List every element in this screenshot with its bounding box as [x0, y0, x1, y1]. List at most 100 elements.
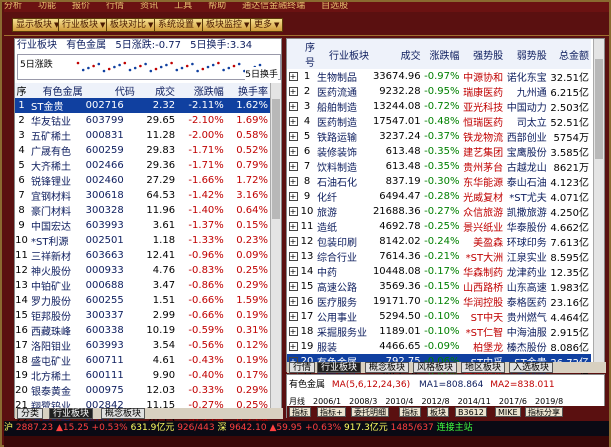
left-tab-2[interactable]: 概念板块: [101, 408, 146, 419]
right-table-row[interactable]: +18 采掘服务业 1189.01 -0.10% *ST仁智 中海油服 2.915亿: [287, 324, 591, 339]
kline-button-7[interactable]: 指标分享: [525, 407, 563, 417]
left-tab-0[interactable]: 分类: [17, 408, 44, 419]
menu-item-8[interactable]: 自选股: [321, 2, 348, 11]
plus-icon[interactable]: +: [288, 327, 298, 336]
kline-button-5[interactable]: B3612: [455, 407, 487, 417]
right-table-row[interactable]: +19 服装 4466.65 -0.09% 柏堡龙 榛杰股份 8.086亿: [287, 339, 591, 354]
plus-icon[interactable]: +: [288, 117, 298, 126]
right-tab-4[interactable]: 地区板块: [461, 362, 506, 373]
left-scrollbar[interactable]: [270, 83, 281, 408]
left-table-row[interactable]: 17 洛阳钼业 603993 3.54 -0.56% 0.12%: [15, 338, 271, 353]
left-col-header-3[interactable]: 成交: [137, 83, 179, 98]
expand-cell[interactable]: +: [287, 189, 299, 204]
expand-cell[interactable]: +: [287, 159, 299, 174]
left-col-header-1[interactable]: 有色金属: [31, 83, 86, 98]
plus-icon[interactable]: +: [288, 237, 298, 246]
expand-cell[interactable]: +: [287, 84, 299, 99]
right-scrollbar[interactable]: [593, 39, 604, 362]
toolbar-button-4[interactable]: 板块监控 ▼: [202, 18, 254, 32]
right-table-row[interactable]: +12 包装印刷 8142.02 -0.24% 美盈森 环球印务 7.613亿: [287, 234, 591, 249]
expand-cell[interactable]: +: [287, 219, 299, 234]
right-scroll-thumb[interactable]: [595, 59, 603, 159]
right-col-header-2[interactable]: 行业板块: [317, 39, 372, 69]
right-tab-1[interactable]: 行业板块: [317, 362, 362, 373]
left-table-row[interactable]: 10 *ST利源 002501 1.18 -1.33% 0.23%: [15, 233, 271, 248]
right-table-row[interactable]: +3 船舶制造 13244.08 -0.72% 亚光科技 中国动力 2.503亿: [287, 99, 591, 114]
expand-cell[interactable]: +: [287, 309, 299, 324]
menu-item-4[interactable]: 资讯: [140, 2, 158, 11]
plus-icon[interactable]: +: [288, 297, 298, 306]
left-table-row[interactable]: 14 罗力股份 600255 1.51 -0.66% 1.59%: [15, 293, 271, 308]
expand-cell[interactable]: +: [287, 339, 299, 354]
expand-cell[interactable]: +: [287, 174, 299, 189]
expand-cell[interactable]: +: [287, 129, 299, 144]
left-table-row[interactable]: 15 钜邦股份 300337 2.99 -0.66% 0.19%: [15, 308, 271, 323]
plus-icon[interactable]: +: [288, 282, 298, 291]
right-col-header-1[interactable]: 序号: [299, 39, 317, 69]
left-table-row[interactable]: 5 大齐稀土 002466 29.36 -1.71% 0.79%: [15, 158, 271, 173]
right-table-row[interactable]: +6 装修装饰 613.48 -0.35% 建艺集团 宝鹰股份 3.585亿: [287, 144, 591, 159]
right-col-header-3[interactable]: 成交: [371, 39, 423, 69]
plus-icon[interactable]: +: [288, 252, 298, 261]
left-tab-1[interactable]: 行业板块: [49, 408, 94, 419]
left-table-row[interactable]: 18 盛屯矿业 600711 4.61 -0.43% 0.19%: [15, 353, 271, 368]
right-table-row[interactable]: +15 高速公路 3569.36 -0.15% 山西路桥 山东高速 1.983亿: [287, 279, 591, 294]
expand-cell[interactable]: +: [287, 264, 299, 279]
plus-icon[interactable]: +: [288, 162, 298, 171]
right-col-header-0[interactable]: [287, 39, 299, 69]
right-table-row[interactable]: +16 医疗服务 19171.70 -0.12% 华润控股 泰格医药 23.16亿: [287, 294, 591, 309]
right-table-row[interactable]: +13 综合行业 7614.36 -0.21% *ST大洲 江泉实业 8.595亿: [287, 249, 591, 264]
right-table-row[interactable]: +8 石油石化 837.19 -0.30% 东华能源 泰山石油 4.123亿: [287, 174, 591, 189]
menu-item-3[interactable]: 行情: [106, 2, 124, 11]
toolbar-button-5[interactable]: 更多 ▼: [250, 18, 284, 32]
plus-icon[interactable]: +: [288, 222, 298, 231]
left-table-row[interactable]: 9 中国宏达 603993 3.61 -1.37% 0.15%: [15, 218, 271, 233]
expand-cell[interactable]: +: [287, 234, 299, 249]
left-table-row[interactable]: 11 三祥新材 603663 12.41 -0.96% 0.09%: [15, 248, 271, 263]
left-table-row[interactable]: 12 神火股份 000933 4.76 -0.83% 0.25%: [15, 263, 271, 278]
left-table-row[interactable]: 20 银泰黄金 000975 12.03 -0.33% 0.29%: [15, 383, 271, 398]
expand-cell[interactable]: +: [287, 249, 299, 264]
left-table-row[interactable]: 2 华友钴业 603799 29.65 -2.10% 1.69%: [15, 113, 271, 128]
menu-item-6[interactable]: 帮助: [208, 2, 226, 11]
left-table-row[interactable]: 13 中铂矿业 000688 3.47 -0.86% 0.29%: [15, 278, 271, 293]
menu-item-2[interactable]: 报价: [72, 2, 90, 11]
plus-icon[interactable]: +: [288, 87, 298, 96]
left-table-row[interactable]: 6 锐锋锂业 002460 27.29 -1.66% 1.72%: [15, 173, 271, 188]
right-table-row[interactable]: +14 中药 10448.08 -0.17% 华森制药 龙津药业 12.35亿: [287, 264, 591, 279]
expand-cell[interactable]: +: [287, 279, 299, 294]
left-col-header-0[interactable]: 序: [15, 83, 31, 98]
right-tab-5[interactable]: 入选板块: [509, 362, 554, 373]
toolbar-button-2[interactable]: 板块对比 ▼: [106, 18, 158, 32]
left-col-header-2[interactable]: 代码: [85, 83, 138, 98]
menu-item-1[interactable]: 功能: [38, 2, 56, 11]
right-table-row[interactable]: +2 医药流通 9232.28 -0.95% 瑞康医药 九州通 6.215亿: [287, 84, 591, 99]
expand-cell[interactable]: +: [287, 144, 299, 159]
left-table-row[interactable]: 19 北方稀土 600111 9.90 -0.40% 0.17%: [15, 368, 271, 383]
right-tab-2[interactable]: 概念板块: [365, 362, 410, 373]
left-table-row[interactable]: 16 西藏珠峰 600338 10.19 -0.59% 0.31%: [15, 323, 271, 338]
menu-item-0[interactable]: 分析: [4, 2, 22, 11]
left-table-row[interactable]: 4 广晟有色 600259 29.83 -1.71% 0.52%: [15, 143, 271, 158]
plus-icon[interactable]: +: [288, 342, 298, 351]
kline-button-6[interactable]: MIKE: [495, 407, 521, 417]
right-table-row[interactable]: +11 造纸 4692.78 -0.25% 景兴纸业 华泰股份 4.662亿: [287, 219, 591, 234]
left-table-row[interactable]: 1 ST金贵 002716 2.32 -2.11% 1.62%: [15, 98, 271, 113]
expand-cell[interactable]: +: [287, 114, 299, 129]
right-table-row[interactable]: +1 生物制品 33674.96 -0.97% 中源协和 诺化东宝 32.51亿: [287, 69, 591, 84]
plus-icon[interactable]: +: [288, 267, 298, 276]
right-tab-3[interactable]: 风格板块: [413, 362, 458, 373]
right-col-header-4[interactable]: 涨跌幅: [422, 39, 462, 69]
plus-icon[interactable]: +: [288, 132, 298, 141]
kline-button-0[interactable]: 指标: [289, 407, 311, 417]
plus-icon[interactable]: +: [288, 72, 298, 81]
plus-icon[interactable]: +: [288, 207, 298, 216]
menu-item-7[interactable]: 通达信金融终端: [242, 2, 305, 11]
right-table-row[interactable]: +4 医药制造 17547.01 -0.48% 恒瑞医药 司太立 52.51亿: [287, 114, 591, 129]
kline-button-2[interactable]: 委托明细: [351, 407, 389, 417]
right-col-header-5[interactable]: 强势股: [461, 39, 506, 69]
left-col-header-5[interactable]: 换手率: [226, 83, 271, 98]
expand-cell[interactable]: +: [287, 294, 299, 309]
plus-icon[interactable]: +: [288, 177, 298, 186]
kline-button-4[interactable]: 板块: [427, 407, 449, 417]
